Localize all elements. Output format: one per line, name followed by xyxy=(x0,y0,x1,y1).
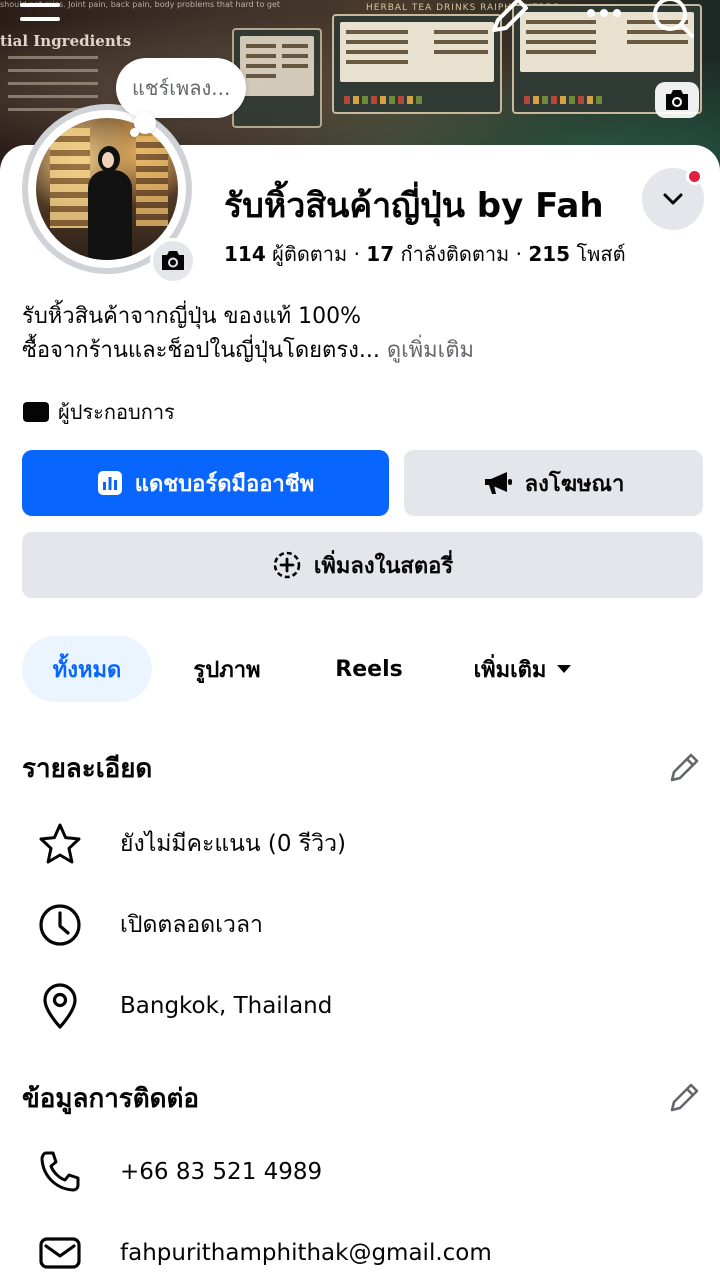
avatar-photo xyxy=(36,118,178,260)
share-song-bubble[interactable]: แชร์เพลง... xyxy=(116,58,247,118)
rating-row[interactable]: ยังไม่มีคะแนน (0 รีวิว) xyxy=(36,819,346,869)
megaphone-icon xyxy=(484,472,512,494)
followers-label[interactable]: ผู้ติดตาม xyxy=(272,242,347,266)
email-text: fahpurithamphithak@gmail.com xyxy=(120,1240,492,1266)
avatar-camera-button[interactable] xyxy=(150,238,196,284)
posts-count: 215 xyxy=(528,242,571,266)
chevron-down-icon xyxy=(663,193,683,205)
contact-section-title: ข้อมูลการติดต่อ xyxy=(22,1084,200,1114)
cover-product-package xyxy=(232,28,322,128)
advertise-label: ลงโฆษณา xyxy=(524,471,625,497)
tab-more[interactable]: เพิ่มเติม xyxy=(436,636,610,702)
phone-row[interactable]: +66 83 521 4989 xyxy=(36,1147,322,1197)
profile-stats: 114 ผู้ติดตาม · 17 กำลังติดตาม · 215 โพส… xyxy=(224,242,626,266)
category-label: ผู้ประกอบการ xyxy=(58,400,175,424)
bar-chart-icon xyxy=(97,471,122,495)
following-count[interactable]: 17 xyxy=(366,242,394,266)
location-pin-icon xyxy=(43,983,77,1029)
tab-photos[interactable]: รูปภาพ xyxy=(152,636,302,702)
phone-icon xyxy=(40,1151,80,1192)
location-row[interactable]: Bangkok, Thailand xyxy=(36,981,332,1031)
tab-reels[interactable]: Reels xyxy=(302,636,436,702)
advertise-button[interactable]: ลงโฆษณา xyxy=(404,450,703,516)
cover-camera-button[interactable] xyxy=(655,82,699,118)
cover-product-package xyxy=(332,14,502,114)
star-icon xyxy=(39,823,81,864)
page-title: รับหิ้วสินค้าญี่ปุ่น by Fah xyxy=(224,186,604,226)
caret-down-icon xyxy=(557,665,572,673)
cover-ingredients-text: tial Ingredients xyxy=(0,32,132,50)
hours-row: เปิดตลอดเวลา xyxy=(36,900,263,950)
edit-contact-button[interactable] xyxy=(666,1080,702,1116)
see-more-link[interactable]: ดูเพิ่มเติม xyxy=(387,338,474,363)
professional-dashboard-button[interactable]: แดชบอร์ดมืออาชีพ xyxy=(22,450,389,516)
add-to-story-button[interactable]: เพิ่มลงในสตอรี่ xyxy=(22,532,703,598)
search-icon[interactable] xyxy=(650,0,700,40)
tab-more-label: เพิ่มเติม xyxy=(473,657,547,683)
page-category: ผู้ประกอบการ xyxy=(22,396,175,428)
email-row[interactable]: fahpurithamphithak@gmail.com xyxy=(36,1228,492,1278)
bio: รับหิ้วสินค้าจากญี่ปุ่น ของแท้ 100% ซื้อ… xyxy=(22,300,474,368)
envelope-icon xyxy=(39,1237,81,1269)
hours-text: เปิดตลอดเวลา xyxy=(120,912,263,938)
tab-all[interactable]: ทั้งหมด xyxy=(22,636,152,702)
camera-icon xyxy=(666,90,688,110)
share-song-text: แชร์เพลง... xyxy=(132,76,231,100)
following-label[interactable]: กำลังติดตาม xyxy=(401,242,510,266)
followers-count[interactable]: 114 xyxy=(224,242,266,266)
more-options-icon[interactable] xyxy=(586,6,622,20)
bio-line-2: ซื้อจากร้านและช็อปในญี่ปุ่นโดยตรง... ดูเ… xyxy=(22,338,474,363)
bubble-tail-dot xyxy=(130,128,139,137)
clock-icon xyxy=(39,904,81,946)
camera-icon xyxy=(162,251,184,270)
edit-details-button[interactable] xyxy=(666,750,702,786)
posts-label: โพสต์ xyxy=(576,242,626,266)
profile-tabs: ทั้งหมด รูปภาพ Reels เพิ่มเติม xyxy=(22,636,610,702)
add-story-label: เพิ่มลงในสตอรี่ xyxy=(313,553,454,579)
location-text: Bangkok, Thailand xyxy=(120,993,333,1019)
rating-text: ยังไม่มีคะแนน (0 รีวิว) xyxy=(120,831,346,857)
notification-dot xyxy=(686,168,703,185)
phone-text: +66 83 521 4989 xyxy=(120,1159,323,1185)
pencil-icon xyxy=(670,1083,699,1112)
pencil-icon xyxy=(670,753,699,782)
edit-cover-icon[interactable] xyxy=(488,0,530,36)
details-section-title: รายละเอียด xyxy=(22,754,153,784)
add-story-icon xyxy=(273,551,301,579)
video-clapper-icon xyxy=(23,402,49,422)
dashboard-label: แดชบอร์ดมืออาชีพ xyxy=(134,471,315,497)
menu-icon[interactable] xyxy=(20,0,62,30)
bio-line-1: รับหิ้วสินค้าจากญี่ปุ่น ของแท้ 100% xyxy=(22,304,362,329)
